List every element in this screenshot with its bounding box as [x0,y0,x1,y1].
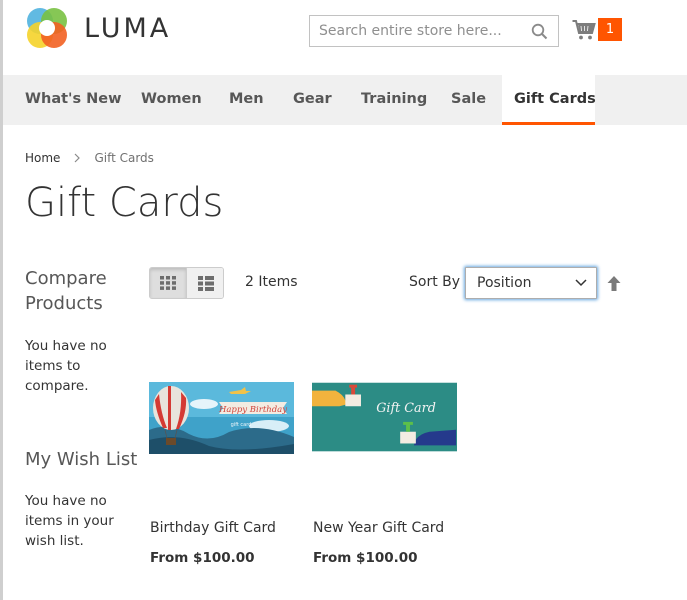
toolbar-item-count: 2 Items [245,274,298,290]
view-mode-switcher [149,267,224,299]
nav-item-gift-cards[interactable]: Gift Cards [502,75,596,125]
nav-item-men[interactable]: Men [229,75,264,125]
search-icon[interactable] [531,23,548,40]
search-box [309,15,559,47]
product-price: From $100.00 [150,550,255,566]
breadcrumb-home-link[interactable]: Home [25,151,60,165]
grid-view-button[interactable] [150,268,187,298]
nav-item-training[interactable]: Training [361,75,427,125]
birthday-card-headline: Happy Birthday [218,405,287,415]
wishlist-empty-message: You have no items in your wish list. [25,493,114,549]
nav-item-gear[interactable]: Gear [293,75,332,125]
minicart[interactable]: 1 [572,17,624,43]
list-view-button[interactable] [187,268,223,298]
main-navigation: What's New Women Men Gear Training Sale … [3,75,687,125]
store-logo[interactable]: LUMA [24,6,171,50]
site-header: LUMA 1 [0,0,687,75]
compare-empty-message: You have no items to compare. [25,338,107,394]
grid-icon [160,276,176,290]
nav-item-sale[interactable]: Sale [451,75,486,125]
product-name-link[interactable]: Birthday Gift Card [150,520,276,536]
list-icon [197,275,214,291]
product-item: Gift Card New Year Gift Card From $100.0… [312,382,460,566]
new-year-card-headline: Gift Card [376,401,436,416]
breadcrumb: Home Gift Cards [25,151,154,165]
cart-count-badge: 1 [598,18,622,41]
sort-by-select[interactable]: Position [465,267,597,299]
breadcrumb-current: Gift Cards [94,151,154,165]
logo-wordmark: LUMA [84,12,172,44]
chevron-down-icon [575,279,587,287]
product-price: From $100.00 [313,550,418,566]
sort-ascending-arrow-icon[interactable] [607,276,621,291]
search-input[interactable] [310,16,525,46]
sort-by-selected-value: Position [477,275,532,291]
nav-item-women[interactable]: Women [141,75,202,125]
products-toolbar: 2 Items Sort By Position [149,267,629,300]
cart-icon [572,20,596,40]
luma-logo-icon [27,8,67,48]
product-item: Happy Birthday gift card Birthday Gift C… [149,382,297,566]
birthday-gift-card-image[interactable]: Happy Birthday gift card [149,382,294,454]
chevron-right-icon [75,153,81,163]
sort-by-label: Sort By [409,274,461,290]
new-year-gift-card-image[interactable]: Gift Card [312,382,457,454]
compare-products-title: Compare Products [25,268,107,314]
wishlist-title: My Wish List [25,449,138,470]
page-title: Gift Cards [25,180,224,226]
product-name-link[interactable]: New Year Gift Card [313,520,444,536]
birthday-card-subtext: gift card [231,422,252,428]
nav-item-whats-new[interactable]: What's New [25,75,122,125]
